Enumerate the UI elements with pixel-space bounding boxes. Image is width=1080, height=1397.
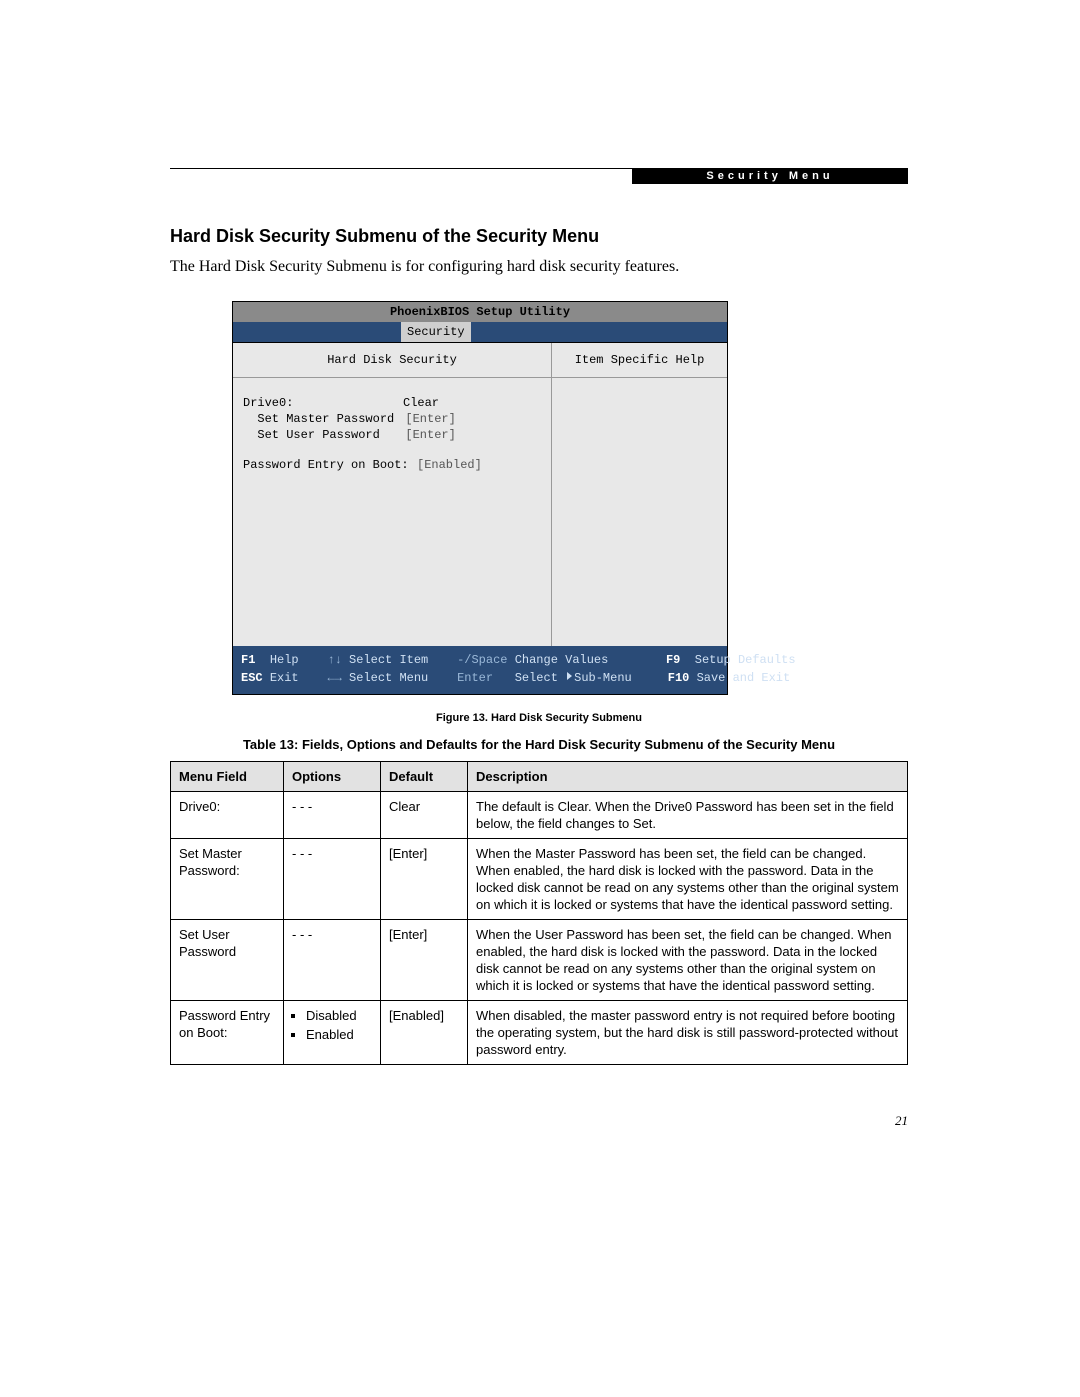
cell-mf: Password Entry on Boot: — [171, 1001, 284, 1065]
page-content: Security Menu Hard Disk Security Submenu… — [170, 168, 908, 1065]
table-row: Password Entry on Boot: Disabled Enabled… — [171, 1001, 908, 1065]
row-drive0-value: Clear — [403, 396, 439, 410]
th-description: Description — [468, 762, 908, 792]
bios-right-header: Item Specific Help — [552, 343, 727, 378]
triangle-icon — [567, 672, 572, 680]
page-number: 21 — [895, 1113, 908, 1129]
bios-footer: F1 Help ↑↓ Select Item -/Space Change Va… — [233, 646, 727, 694]
cell-mf: Set User Password — [171, 920, 284, 1001]
cell-df: Clear — [381, 792, 468, 839]
cell-mf: Drive0: — [171, 792, 284, 839]
cell-de: The default is Clear. When the Drive0 Pa… — [468, 792, 908, 839]
table-caption: Table 13: Fields, Options and Defaults f… — [170, 737, 908, 753]
cell-op: - - - — [284, 839, 381, 920]
cell-de: When disabled, the master password entry… — [468, 1001, 908, 1065]
bios-left-header: Hard Disk Security — [233, 343, 551, 378]
row-master-value: [Enter] — [405, 412, 455, 426]
cell-op: - - - — [284, 792, 381, 839]
th-options: Options — [284, 762, 381, 792]
list-item: Enabled — [306, 1026, 372, 1043]
table-row: Set User Password - - - [Enter] When the… — [171, 920, 908, 1001]
fields-table: Menu Field Options Default Description D… — [170, 761, 908, 1065]
cell-op: Disabled Enabled — [284, 1001, 381, 1065]
bios-right-pane: Item Specific Help — [552, 343, 727, 646]
table-header-row: Menu Field Options Default Description — [171, 762, 908, 792]
chapter-label: Security Menu — [632, 168, 908, 184]
intro-text: The Hard Disk Security Submenu is for co… — [170, 255, 908, 279]
cell-df: [Enter] — [381, 920, 468, 1001]
row-peb-label: Password Entry on Boot: — [243, 458, 417, 472]
bios-screenshot: PhoenixBIOS Setup Utility Security Hard … — [232, 301, 728, 695]
figure-caption: Figure 13. Hard Disk Security Submenu — [170, 711, 908, 725]
th-menu-field: Menu Field — [171, 762, 284, 792]
bios-tab-security: Security — [401, 322, 471, 342]
cell-de: When the Master Password has been set, t… — [468, 839, 908, 920]
bios-title: PhoenixBIOS Setup Utility — [233, 302, 727, 322]
row-drive0-label: Drive0: — [243, 396, 403, 410]
row-user-value: [Enter] — [405, 428, 455, 442]
cell-mf: Set Master Password: — [171, 839, 284, 920]
cell-de: When the User Password has been set, the… — [468, 920, 908, 1001]
cell-df: [Enabled] — [381, 1001, 468, 1065]
row-peb-value: [Enabled] — [417, 458, 482, 472]
row-master-label: Set Master Password — [257, 412, 405, 426]
cell-op: - - - — [284, 920, 381, 1001]
table-row: Set Master Password: - - - [Enter] When … — [171, 839, 908, 920]
list-item: Disabled — [306, 1007, 372, 1024]
table-row: Drive0: - - - Clear The default is Clear… — [171, 792, 908, 839]
cell-df: [Enter] — [381, 839, 468, 920]
bios-left-pane: Hard Disk Security Drive0:Clear Set Mast… — [233, 343, 552, 646]
section-heading: Hard Disk Security Submenu of the Securi… — [170, 225, 908, 247]
row-user-label: Set User Password — [257, 428, 405, 442]
bios-tabs: Security — [233, 322, 727, 342]
th-default: Default — [381, 762, 468, 792]
